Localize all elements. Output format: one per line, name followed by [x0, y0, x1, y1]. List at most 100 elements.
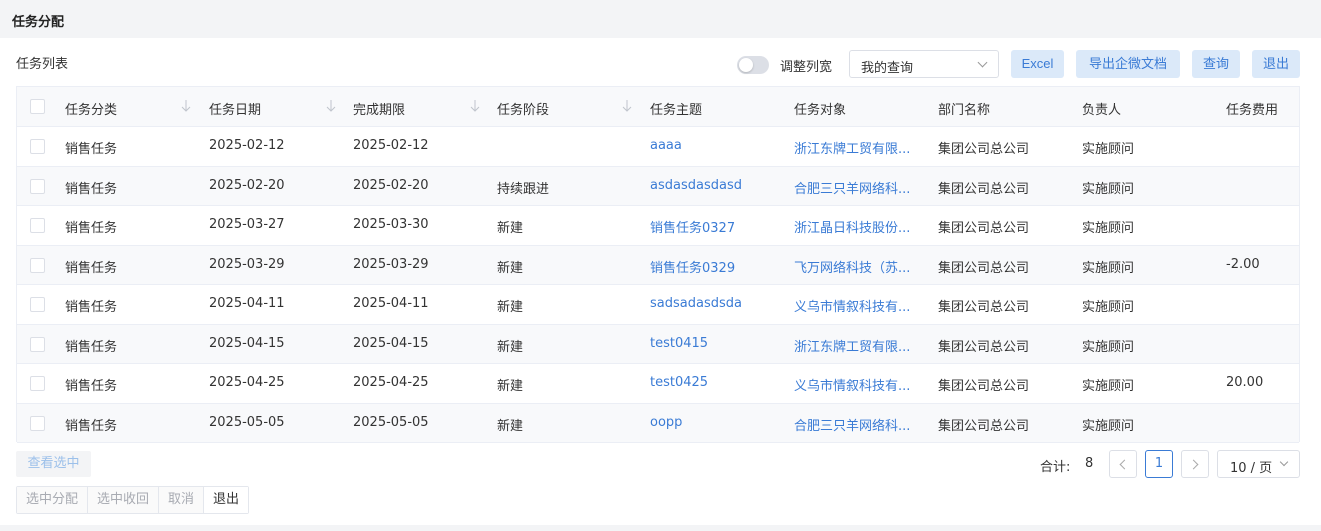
cell-target[interactable]: 合肥三只羊网络科... — [794, 178, 910, 197]
column-width-toggle[interactable] — [737, 56, 769, 74]
cell-stage: 新建 — [497, 221, 524, 236]
cell-department: 集团公司总公司 — [938, 260, 1030, 276]
cell-task-date: 2025-05-05 — [209, 414, 285, 430]
row-checkbox[interactable] — [30, 297, 45, 312]
row-checkbox[interactable] — [30, 218, 45, 233]
page-number-1[interactable]: 1 — [1145, 450, 1173, 478]
cell-owner: 实施顾问 — [1082, 379, 1135, 394]
sort-icon[interactable] — [470, 99, 480, 113]
cell-subject[interactable]: aaaa — [650, 138, 682, 153]
header-task-category[interactable]: 任务分类 — [65, 99, 117, 118]
cell-owner: 实施顾问 — [1082, 339, 1135, 355]
query-button[interactable]: 查询 — [1192, 50, 1240, 78]
toolbar: 调整列宽 我的查询 Excel 导出企微文档 查询 退出 — [0, 50, 1321, 78]
row-checkbox[interactable] — [30, 257, 45, 273]
cell-target[interactable]: 义乌市情叙科技有... — [794, 296, 910, 315]
cell-category: 销售任务 — [65, 181, 118, 197]
export-wecom-doc-button[interactable]: 导出企微文档 — [1076, 50, 1180, 78]
cell-task-date: 2025-03-27 — [209, 217, 285, 232]
table-row[interactable]: 销售任务 2025-03-27 2025-03-30 新建 销售任务0327 浙江晶日科技… — [17, 206, 1299, 246]
column-width-toggle-label: 调整列宽 — [780, 60, 833, 75]
cell-category: 销售任务 — [65, 300, 118, 315]
row-checkbox[interactable] — [30, 336, 45, 352]
cell-category: 销售任务 — [65, 260, 118, 276]
cell-due-date: 2025-03-30 — [353, 217, 429, 232]
total-value: 8 — [1085, 456, 1094, 471]
main-panel: 任务列表 调整列宽 我的查询 Excel 导出企微文档 查询 退出 任务分类 任… — [0, 38, 1321, 525]
prev-page-button[interactable] — [1109, 450, 1137, 478]
row-checkbox[interactable] — [30, 415, 45, 431]
next-page-button[interactable] — [1181, 450, 1209, 478]
page-size-select[interactable]: 10 / 页 — [1217, 450, 1300, 478]
table-row[interactable]: 销售任务 2025-02-20 2025-02-20 持续跟进 asdasdasdasd… — [17, 166, 1299, 206]
row-checkbox[interactable] — [30, 376, 45, 391]
cell-category: 销售任务 — [65, 142, 118, 157]
select-all-checkbox[interactable] — [30, 99, 45, 114]
cell-subject[interactable]: asdasdasdasd — [650, 178, 742, 193]
cell-owner: 实施顾问 — [1082, 300, 1135, 315]
excel-button[interactable]: Excel — [1011, 50, 1064, 78]
cell-subject[interactable]: test0425 — [650, 375, 708, 390]
cell-category: 销售任务 — [65, 418, 118, 434]
cell-task-date: 2025-02-20 — [209, 177, 285, 193]
view-selected-button[interactable]: 查看选中 — [16, 451, 91, 477]
chevron-down-icon — [977, 57, 988, 68]
cell-category: 销售任务 — [65, 379, 118, 394]
header-owner: 负责人 — [1082, 103, 1122, 118]
bottom-exit-button[interactable]: 退出 — [204, 487, 249, 513]
header-task-date[interactable]: 任务日期 — [209, 99, 261, 118]
table-row[interactable]: 销售任务 2025-03-29 2025-03-29 新建 销售任务0329 飞万网络科技… — [17, 245, 1299, 285]
sort-icon[interactable] — [181, 99, 191, 113]
cancel-button[interactable]: 取消 — [159, 487, 205, 513]
exit-button[interactable]: 退出 — [1252, 50, 1300, 78]
cell-due-date: 2025-05-05 — [353, 414, 429, 430]
cell-department: 集团公司总公司 — [938, 181, 1030, 197]
cell-department: 集团公司总公司 — [938, 300, 1030, 315]
cell-due-date: 2025-02-12 — [353, 138, 429, 153]
cell-subject[interactable]: oopp — [650, 415, 682, 430]
table-row[interactable]: 销售任务 2025-04-25 2025-04-25 新建 test0425 义乌市情叙科… — [17, 364, 1299, 404]
cell-subject[interactable]: 销售任务0329 — [650, 257, 735, 276]
table-row[interactable]: 销售任务 2025-05-05 2025-05-05 新建 oopp 合肥三只羊网络科..… — [17, 403, 1299, 443]
cell-task-date: 2025-02-12 — [209, 138, 285, 153]
cell-due-date: 2025-02-20 — [353, 177, 429, 193]
cell-target[interactable]: 义乌市情叙科技有... — [794, 375, 910, 394]
sort-icon[interactable] — [326, 99, 336, 113]
cell-stage: 持续跟进 — [497, 181, 550, 197]
cell-subject[interactable]: test0415 — [650, 336, 708, 351]
my-query-select[interactable]: 我的查询 — [849, 50, 999, 78]
table-row[interactable]: 销售任务 2025-04-15 2025-04-15 新建 test0415 浙江东牌工贸… — [17, 324, 1299, 364]
cell-subject[interactable]: 销售任务0327 — [650, 217, 735, 236]
toggle-knob — [739, 58, 753, 72]
header-due-date[interactable]: 完成期限 — [353, 99, 405, 118]
table-row[interactable]: 销售任务 2025-02-12 2025-02-12 aaaa 浙江东牌工贸有限... 集… — [17, 127, 1299, 167]
cell-stage: 新建 — [497, 260, 524, 276]
page-header: 任务分配 — [0, 0, 1321, 38]
cell-target[interactable]: 浙江东牌工贸有限... — [794, 336, 910, 355]
cell-department: 集团公司总公司 — [938, 379, 1030, 394]
page-title: 任务分配 — [12, 15, 65, 30]
cell-subject[interactable]: sadsadasdsda — [650, 296, 742, 311]
row-checkbox[interactable] — [30, 178, 45, 194]
cell-target[interactable]: 合肥三只羊网络科... — [794, 415, 910, 434]
recall-selected-button[interactable]: 选中收回 — [88, 487, 160, 513]
table-row[interactable]: 销售任务 2025-04-11 2025-04-11 新建 sadsadasdsda 义乌… — [17, 285, 1299, 325]
cell-target[interactable]: 浙江晶日科技股份... — [794, 217, 910, 236]
assign-selected-button[interactable]: 选中分配 — [17, 487, 89, 513]
cell-category: 销售任务 — [65, 221, 118, 236]
header-task-stage[interactable]: 任务阶段 — [497, 99, 549, 118]
total-label: 合计: — [1040, 460, 1071, 475]
cell-cost: 20.00 — [1226, 375, 1264, 390]
cell-target[interactable]: 浙江东牌工贸有限... — [794, 138, 910, 157]
cell-task-date: 2025-04-11 — [209, 296, 285, 311]
cell-department: 集团公司总公司 — [938, 142, 1030, 157]
cell-cost: -2.00 — [1226, 256, 1260, 272]
cell-target[interactable]: 飞万网络科技（苏... — [794, 257, 910, 276]
sort-icon[interactable] — [622, 99, 632, 113]
row-checkbox[interactable] — [30, 139, 45, 154]
task-table: 任务分类 任务日期 完成期限 任务阶段 任务主题 任务对象 部门名称 负责人 任… — [16, 86, 1300, 443]
cell-stage: 新建 — [497, 379, 524, 394]
chevron-down-icon — [1279, 457, 1289, 467]
cell-owner: 实施顾问 — [1082, 260, 1135, 276]
page-size-value: 10 / 页 — [1230, 461, 1273, 476]
